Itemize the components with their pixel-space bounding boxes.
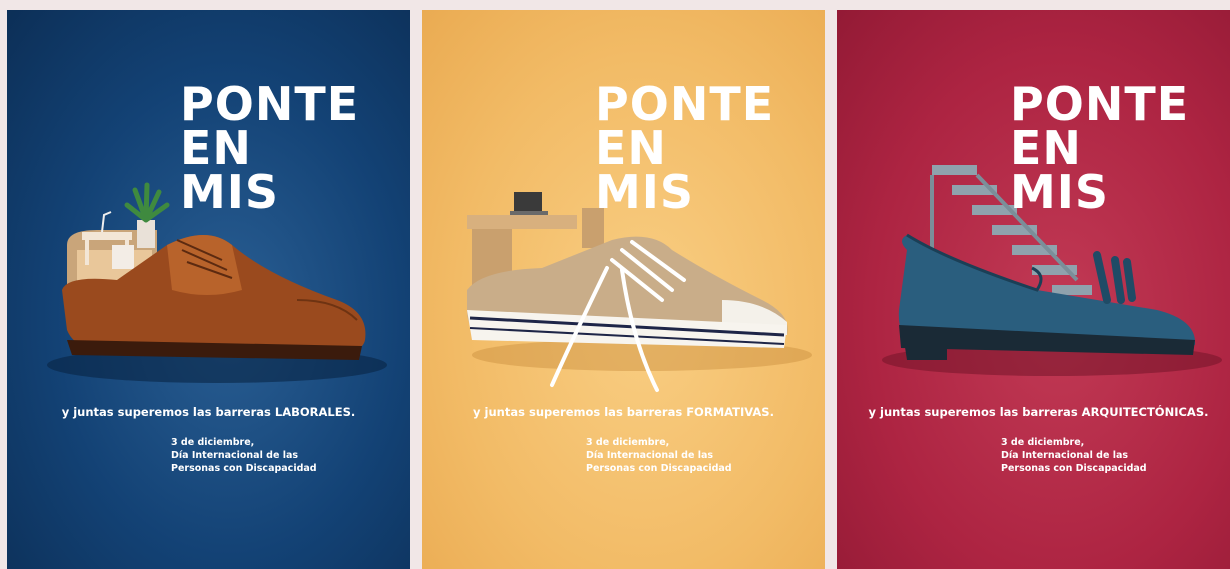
date-line: Personas con Discapacidad	[586, 463, 732, 474]
headline-line: PONTE	[1010, 77, 1190, 131]
date-line: Personas con Discapacidad	[171, 463, 317, 474]
poster-formativas: PONTE EN MIS y juntas superemos las barr…	[422, 10, 825, 569]
headline-line: EN	[180, 121, 252, 175]
poster-date-block: 3 de diciembre, Día Internacional de las…	[1001, 436, 1147, 475]
headline-line: MIS	[180, 165, 280, 219]
poster-headline: PONTE EN MIS	[180, 77, 360, 219]
poster-tagline: y juntas superemos las barreras ARQUITEC…	[868, 405, 1209, 419]
date-line: Personas con Discapacidad	[1001, 463, 1147, 474]
poster-headline: PONTE EN MIS	[595, 77, 775, 219]
date-line: 3 de diciembre,	[1001, 437, 1085, 448]
poster-arquitectonicas: PONTE EN MIS y juntas superemos las barr…	[837, 10, 1230, 569]
date-line: Día Internacional de las	[1001, 450, 1129, 461]
poster-tagline: y juntas superemos las barreras FORMATIV…	[473, 405, 774, 419]
headline-line: EN	[595, 121, 667, 175]
date-line: 3 de diciembre,	[171, 437, 255, 448]
headline-line: PONTE	[595, 77, 775, 131]
poster-laborales: PONTE EN MIS y juntas superemos las barr…	[7, 10, 410, 569]
poster-headline: PONTE EN MIS	[1010, 77, 1190, 219]
poster-tagline: y juntas superemos las barreras LABORALE…	[61, 405, 356, 419]
poster-date-block: 3 de diciembre, Día Internacional de las…	[171, 436, 317, 475]
headline-line: PONTE	[180, 77, 360, 131]
headline-line: MIS	[595, 165, 695, 219]
headline-line: MIS	[1010, 165, 1110, 219]
date-line: Día Internacional de las	[171, 450, 299, 461]
date-line: 3 de diciembre,	[586, 437, 670, 448]
headline-line: EN	[1010, 121, 1082, 175]
date-line: Día Internacional de las	[586, 450, 714, 461]
poster-date-block: 3 de diciembre, Día Internacional de las…	[586, 436, 732, 475]
